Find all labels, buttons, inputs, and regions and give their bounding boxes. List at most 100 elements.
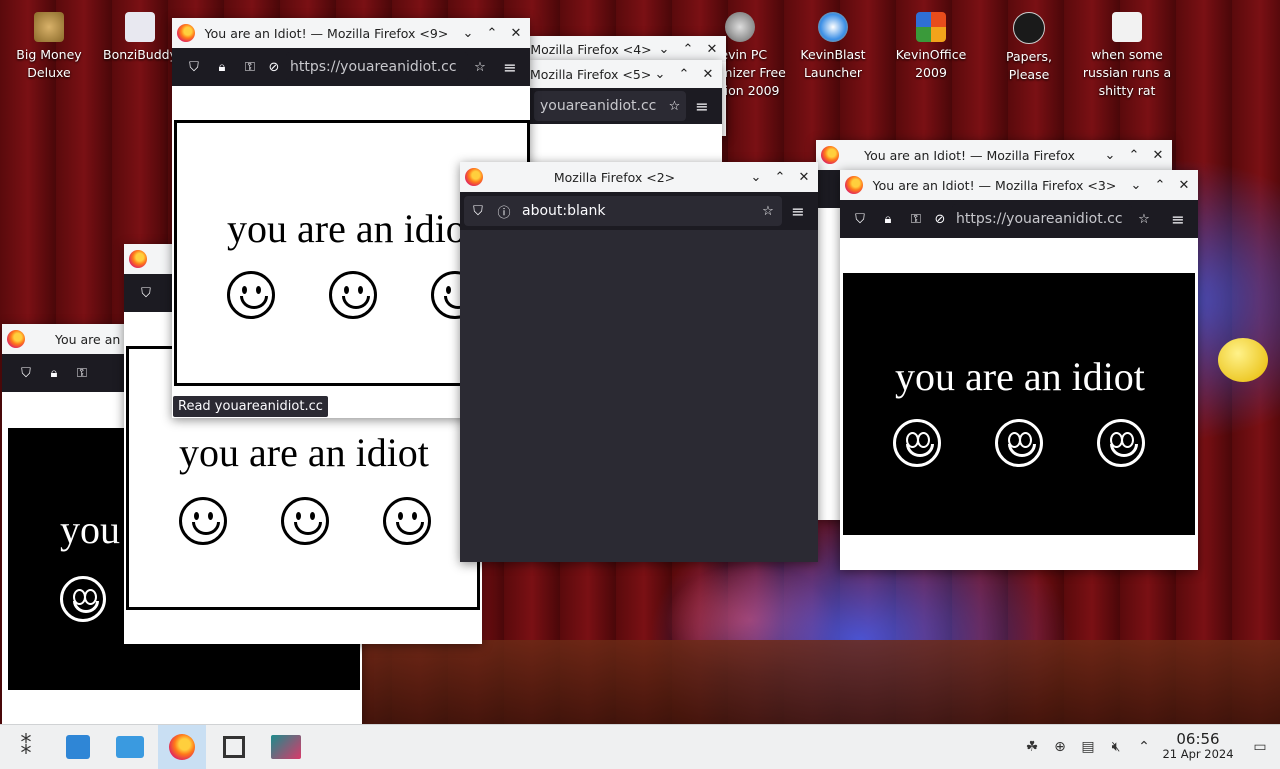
url-bar[interactable]: youareanidiot.cc ☆ — [534, 91, 686, 121]
smiley-icon — [893, 419, 941, 467]
window-title: Mozilla Firefox <4> — [530, 41, 652, 57]
bookmark-star-icon[interactable]: ☆ — [472, 59, 488, 75]
wallpaper-stage — [360, 640, 1280, 730]
show-desktop-icon[interactable]: ▭ — [1246, 739, 1274, 755]
clipboard-icon[interactable]: ▤ — [1074, 739, 1102, 755]
chevron-up-icon[interactable]: ⌃ — [1130, 739, 1158, 755]
maximize-icon[interactable]: ⌃ — [1124, 148, 1144, 163]
desktop-icon-kevinoffice-2009[interactable]: KevinOffice 2009 — [886, 4, 976, 82]
lock-icon[interactable]: 🔒︎ — [46, 365, 62, 381]
shield-icon[interactable]: ⛉ — [138, 285, 154, 301]
bookmark-star-icon[interactable]: ☆ — [666, 98, 682, 114]
volume-muted-icon[interactable]: 🔇︎ — [1102, 739, 1130, 755]
chevron-down-icon[interactable]: ⌄ — [654, 42, 674, 57]
window-titlebar[interactable]: Mozilla Firefox <4> ⌄ ⌃ ✕ — [528, 36, 726, 62]
link-status-tooltip: Read youareanidiot.cc — [173, 396, 328, 417]
close-icon[interactable]: ✕ — [1148, 148, 1168, 163]
smiley-icon — [329, 271, 377, 319]
desktop-icon-russian-rat[interactable]: when some russian runs a shitty rat — [1082, 4, 1172, 100]
chevron-down-icon[interactable]: ⌄ — [1126, 178, 1146, 193]
chevron-down-icon[interactable]: ⌄ — [458, 26, 478, 41]
desktop-icon-papers-please[interactable]: Papers, Please — [984, 4, 1074, 84]
close-icon[interactable]: ✕ — [1174, 178, 1194, 193]
shield-icon[interactable]: ⛉ — [186, 59, 202, 75]
desktop-icon-bonzibuddy[interactable]: BonziBuddy — [98, 4, 182, 64]
info-icon[interactable]: ⓘ — [496, 203, 512, 221]
desktop-icon-big-money-deluxe[interactable]: Big Money Deluxe — [4, 4, 94, 82]
firefox-icon — [177, 24, 195, 42]
close-icon[interactable]: ✕ — [794, 170, 814, 185]
shield-icon[interactable]: ⛉ — [470, 203, 486, 219]
url-bar[interactable]: ⛉ ⓘ about:blank ☆ — [464, 196, 782, 226]
smiley-row — [227, 271, 479, 319]
application-launcher-icon[interactable]: ⁑ — [2, 725, 50, 769]
smiley-icon — [281, 497, 329, 545]
bookmark-star-icon[interactable]: ☆ — [1136, 211, 1152, 227]
permissions-icon[interactable]: ⚿ — [908, 211, 924, 227]
hamburger-menu-icon[interactable]: ≡ — [498, 58, 522, 77]
window-titlebar[interactable]: You are an Idiot! — Mozilla Firefox ⌄ ⌃ ✕ — [816, 140, 1172, 170]
maximize-icon[interactable]: ⌃ — [482, 26, 502, 41]
tracking-blocked-icon[interactable]: ⊘ — [266, 59, 282, 75]
task-manager-icon[interactable] — [210, 725, 258, 769]
chevron-down-icon[interactable]: ⌄ — [746, 170, 766, 185]
hamburger-menu-icon[interactable]: ≡ — [1166, 210, 1190, 229]
browser-toolbar: ⛉ 🔒︎ ⚿ ⊘ https://youareanidiot.cc ☆ ≡ — [172, 48, 530, 86]
url-bar[interactable]: https://youareanidiot.cc — [952, 204, 1132, 234]
firefox-icon — [7, 330, 25, 348]
file-manager-icon[interactable] — [106, 725, 154, 769]
permissions-icon[interactable]: ⚿ — [74, 365, 90, 381]
url-bar[interactable]: https://youareanidiot.cc — [286, 52, 468, 82]
firefox-icon — [465, 168, 483, 186]
close-icon[interactable]: ✕ — [698, 67, 718, 82]
firefox-window-3[interactable]: You are an Idiot! — Mozilla Firefox <3> … — [840, 170, 1198, 570]
bookmark-star-icon[interactable]: ☆ — [760, 203, 776, 219]
url-text: https://youareanidiot.cc — [956, 211, 1123, 227]
maximize-icon[interactable]: ⌃ — [1150, 178, 1170, 193]
window-title: You are an Idiot! — Mozilla Firefox <9> — [204, 25, 449, 41]
firefox-icon — [845, 176, 863, 194]
smiley-row — [179, 497, 431, 545]
chevron-down-icon[interactable]: ⌄ — [650, 67, 670, 82]
maximize-icon[interactable]: ⌃ — [678, 42, 698, 57]
kde-connect-icon[interactable] — [262, 725, 310, 769]
clock[interactable]: 06:56 21 Apr 2024 — [1158, 732, 1238, 762]
window-title: Mozilla Firefox <2> — [553, 169, 676, 185]
network-icon[interactable]: ☘ — [1018, 739, 1046, 755]
chevron-down-icon[interactable]: ⌄ — [1100, 148, 1120, 163]
browser-toolbar: ⛉ 🔒︎ ⚿ ⊘ https://youareanidiot.cc ☆ ≡ — [840, 200, 1198, 238]
lock-icon[interactable]: 🔒︎ — [880, 211, 896, 227]
hamburger-menu-icon[interactable]: ≡ — [786, 202, 810, 221]
url-text: https://youareanidiot.cc — [290, 59, 457, 75]
office-icon — [916, 12, 946, 42]
idiot-text: you are an idiot — [895, 354, 1145, 399]
idiot-text: you are an idiot — [227, 206, 477, 251]
video-file-icon — [1112, 12, 1142, 42]
shield-icon[interactable]: ⛉ — [852, 211, 868, 227]
desktop-icon-kevinblast-launcher[interactable]: KevinBlast Launcher — [788, 4, 878, 82]
kevinblast-icon — [818, 12, 848, 42]
firefox-taskbar-icon[interactable] — [158, 725, 206, 769]
close-icon[interactable]: ✕ — [506, 26, 526, 41]
window-titlebar[interactable]: Mozilla Firefox <5> ⌄ ⌃ ✕ — [530, 60, 722, 88]
window-titlebar[interactable]: You are an Idiot! — Mozilla Firefox <3> … — [840, 170, 1198, 200]
smiley-icon — [383, 497, 431, 545]
maximize-icon[interactable]: ⌃ — [674, 67, 694, 82]
close-icon[interactable]: ✕ — [702, 42, 722, 57]
firefox-window-5[interactable]: Mozilla Firefox <5> ⌄ ⌃ ✕ youareanidiot.cc… — [530, 60, 722, 162]
papers-please-icon — [1013, 12, 1045, 44]
discover-icon[interactable] — [54, 725, 102, 769]
hamburger-menu-icon[interactable]: ≡ — [690, 97, 714, 116]
maximize-icon[interactable]: ⌃ — [770, 170, 790, 185]
update-icon[interactable]: ⊕ — [1046, 739, 1074, 755]
window-titlebar[interactable]: You are an Idiot! — Mozilla Firefox <9> … — [172, 18, 530, 48]
smiley-icon — [60, 576, 106, 622]
lock-icon[interactable]: 🔒︎ — [214, 59, 230, 75]
window-titlebar[interactable]: Mozilla Firefox <2> ⌄ ⌃ ✕ — [460, 162, 818, 192]
idiot-text: you are an idiot — [179, 430, 429, 475]
tracking-blocked-icon[interactable]: ⊘ — [932, 211, 948, 227]
firefox-window-2[interactable]: Mozilla Firefox <2> ⌄ ⌃ ✕ ⛉ ⓘ about:blank … — [460, 162, 818, 562]
shield-icon[interactable]: ⛉ — [18, 365, 34, 381]
permissions-icon[interactable]: ⚿ — [242, 59, 258, 75]
bonzibuddy-icon — [125, 12, 155, 42]
